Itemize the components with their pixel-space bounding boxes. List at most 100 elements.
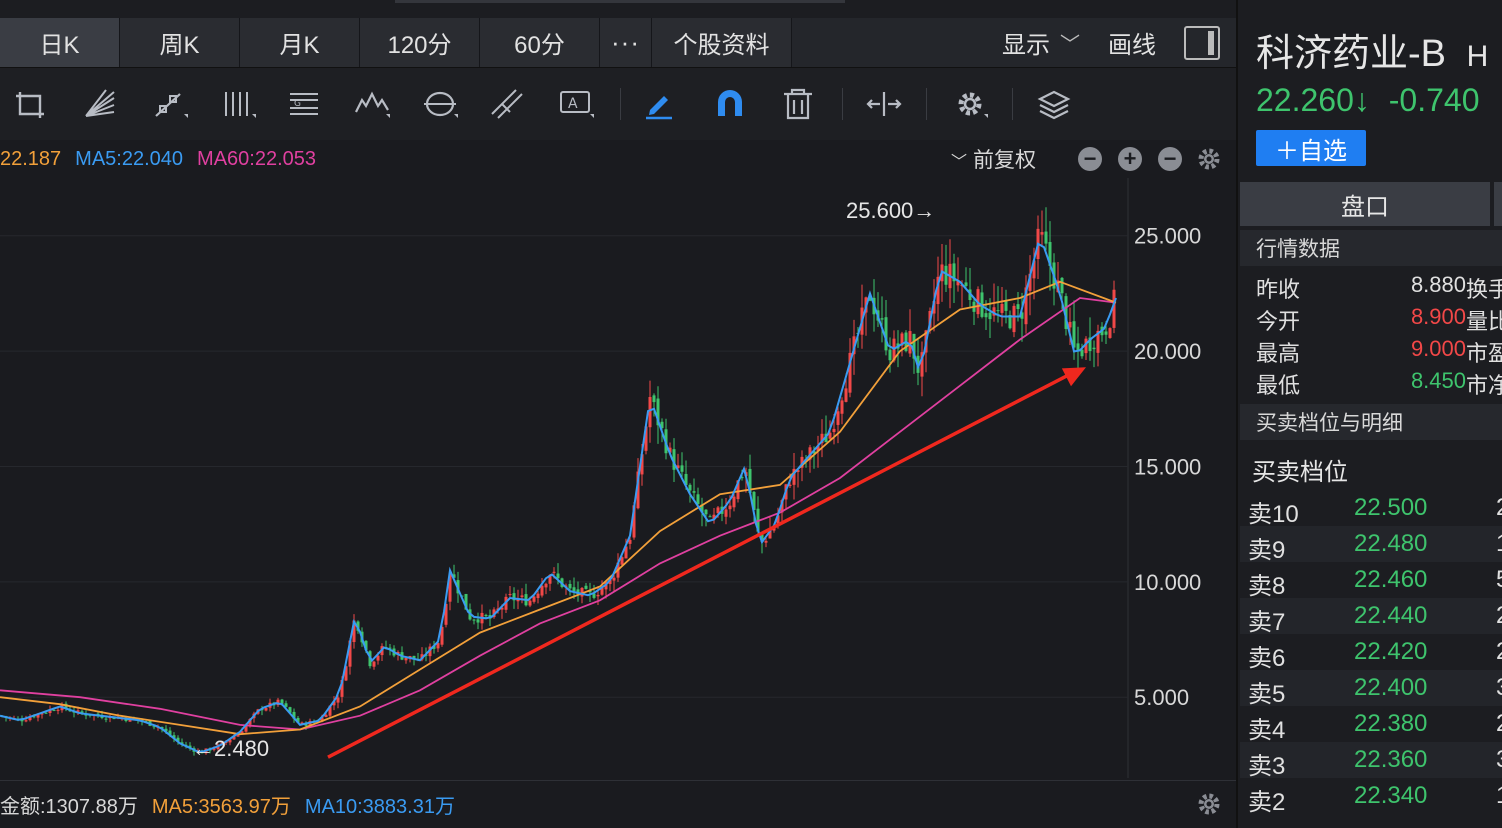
candle-body (536, 593, 540, 599)
horizontal-lines-icon[interactable]: G (284, 86, 324, 122)
ask-row[interactable]: 卖5 22.400 3 (1240, 670, 1502, 708)
magnet-icon[interactable] (710, 86, 750, 122)
parallel-lines-icon[interactable] (488, 86, 528, 122)
legend-ma60: MA60:22.053 (197, 147, 317, 170)
kline-chart[interactable]: 25.000 20.000 15.000 10.000 5.000 25.600→ ←2.… (0, 178, 1236, 778)
ask-row[interactable]: 卖2 22.340 1 (1240, 778, 1502, 816)
candle-body (1044, 231, 1048, 244)
tab-120min[interactable]: 120分 (360, 18, 480, 67)
ask-price: 22.420 (1354, 638, 1428, 665)
ask-label: 卖8 (1248, 573, 1286, 600)
ask-row[interactable]: 卖8 22.460 5 (1240, 562, 1502, 600)
vertical-lines-icon[interactable] (218, 86, 258, 122)
adjust-dropdown[interactable]: ﹀ 前复权 (951, 144, 1050, 174)
candle-body (24, 720, 28, 722)
display-dropdown[interactable]: 显示 ﹀ (988, 18, 1094, 67)
tab-more[interactable]: ··· (600, 18, 652, 67)
settings-icon[interactable] (1196, 791, 1222, 823)
low-price-label: ←2.480 (192, 736, 269, 761)
stock-name-text: 科济药业-B (1256, 33, 1447, 75)
ask-volume: 2 (1496, 602, 1502, 630)
legend-ma5: MA5:22.040 (75, 147, 184, 170)
ma-slow-line (0, 280, 1117, 736)
depth-header: 买卖档位与明细 (1240, 404, 1502, 440)
market-key: 今开 (1256, 309, 1301, 334)
kline-chart-svg: 25.000 20.000 15.000 10.000 5.000 25.600→ ←2.… (0, 178, 1236, 778)
candle-body (44, 712, 48, 714)
ask-row[interactable]: 卖3 22.360 3 (1240, 742, 1502, 780)
draw-lines-button[interactable]: 画线 (1094, 18, 1170, 67)
adjust-label: 前复权 (973, 149, 1036, 172)
tab-month-k[interactable]: 月K (240, 18, 360, 67)
candle-body (652, 395, 656, 403)
ask-row[interactable]: 卖4 22.380 2 (1240, 706, 1502, 744)
plus-icon[interactable]: + (1118, 147, 1142, 171)
market-value: 9.000 (1410, 336, 1466, 361)
candle-body (1016, 304, 1020, 310)
ask-volume: 5 (1496, 566, 1502, 594)
ask-volume: 1 (1496, 782, 1502, 810)
candle-body (596, 594, 600, 597)
layers-icon[interactable] (1034, 86, 1074, 122)
chevron-down-icon: ﹀ (950, 154, 967, 171)
candle-body (1004, 301, 1008, 311)
candle-body (708, 516, 712, 518)
ask-row[interactable]: 卖9 22.480 12 (1240, 526, 1502, 564)
candle-body (568, 583, 572, 589)
candle-body (1060, 277, 1064, 294)
tabs-spacer (792, 18, 988, 67)
tab-stock-profile[interactable]: 个股资料 (652, 18, 792, 67)
panel-toggle-icon[interactable] (1184, 26, 1220, 60)
candle-body (540, 585, 544, 596)
tab-pankou[interactable]: 盘口 (1240, 182, 1490, 226)
candle-body (840, 400, 844, 414)
zoom-out-icon[interactable]: − (1158, 147, 1182, 171)
volume-ma10: MA10:3883.31万 (304, 796, 455, 818)
candle-body (1012, 305, 1016, 333)
tab-next[interactable] (1494, 182, 1502, 226)
candle-body (612, 577, 616, 581)
trash-icon[interactable] (778, 86, 818, 122)
ask-price: 22.500 (1354, 494, 1428, 521)
candle-body (472, 619, 476, 621)
candle-body (552, 571, 556, 573)
ma-legend: 22.187 MA5:22.040 MA60:22.053 ﹀ 前复权 − + − (0, 140, 1236, 178)
period-tabs: 日K 周K 月K 120分 60分 ··· 个股资料 显示 ﹀ 画线 (0, 18, 1236, 68)
candle-body (556, 573, 560, 579)
ask-row[interactable]: 卖7 22.440 2 (1240, 598, 1502, 636)
price-change: -0.740 (1388, 82, 1480, 118)
settings-icon[interactable] (950, 86, 990, 122)
text-annotation-icon[interactable]: A (556, 86, 596, 122)
candle-body (908, 331, 912, 354)
ask-label: 卖10 (1248, 501, 1299, 528)
pen-icon[interactable] (640, 86, 680, 122)
moving-average-lines (0, 242, 1117, 753)
ask-row[interactable]: 卖10 22.500 2 (1240, 490, 1502, 528)
svg-text:G: G (294, 99, 301, 109)
wave-pattern-icon[interactable] (352, 86, 392, 122)
candle-body (696, 494, 700, 505)
fan-lines-icon[interactable] (80, 86, 120, 122)
stretch-icon[interactable] (864, 86, 904, 122)
market-key2: 换手 (1466, 277, 1502, 302)
top-strip (0, 0, 1236, 18)
tab-week-k[interactable]: 周K (120, 18, 240, 67)
add-favorite-button[interactable]: ＋自选 (1256, 130, 1366, 166)
ask-price: 22.400 (1354, 674, 1428, 701)
settings-icon[interactable] (1196, 146, 1222, 172)
tab-60min[interactable]: 60分 (480, 18, 600, 67)
top-strip-bar (395, 0, 845, 3)
trend-line-icon[interactable] (150, 86, 190, 122)
crop-icon[interactable] (12, 86, 52, 122)
candle-body (508, 594, 512, 596)
y-tick-label: 20.000 (1134, 339, 1201, 364)
candle-body (732, 496, 736, 508)
cycle-icon[interactable] (420, 86, 460, 122)
market-key: 最低 (1256, 373, 1301, 398)
tab-day-k[interactable]: 日K (0, 18, 120, 67)
legend-controls: ﹀ 前复权 − + − (951, 140, 1222, 178)
ask-row[interactable]: 卖6 22.420 2 (1240, 634, 1502, 672)
candle-body (984, 313, 988, 318)
minus-icon[interactable]: − (1078, 147, 1102, 171)
market-value: 8.450 (1410, 368, 1466, 393)
